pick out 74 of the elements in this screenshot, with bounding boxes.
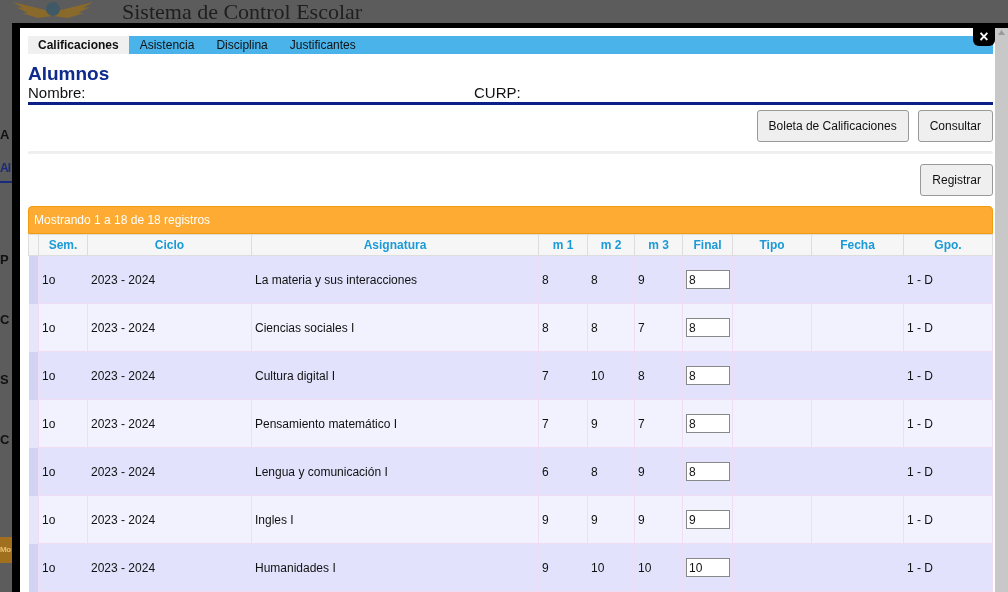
table-cell: 10 (591, 560, 605, 575)
field-label: C (0, 433, 11, 447)
table-cell: 1o (42, 368, 56, 383)
table-cell: 9 (542, 560, 549, 575)
table-cell: 10 (638, 560, 652, 575)
tab[interactable]: Asistencia (128, 36, 206, 54)
tab[interactable]: Disciplina (205, 36, 279, 54)
table-cell: La materia y sus interacciones (255, 272, 418, 287)
table-cell: 9 (638, 464, 645, 479)
grade-input[interactable]: 8 (686, 366, 730, 385)
table-cell: 1o (42, 272, 56, 287)
table-cell: 2023 - 2024 (91, 464, 156, 479)
action-button[interactable]: Consultar (917, 110, 993, 142)
field-label: C (0, 313, 11, 327)
table-cell: 1 - D (907, 464, 933, 479)
register-button[interactable]: Registrar (920, 164, 993, 196)
table-cell: 1 - D (907, 512, 933, 527)
table-cell: Pensamiento matemático I (255, 416, 398, 431)
grade-input[interactable]: 10 (686, 558, 730, 577)
table-cell: 1 - D (907, 320, 933, 335)
table-cell: 9 (591, 512, 598, 527)
table-cell: 2023 - 2024 (91, 560, 156, 575)
table-cell: 1o (42, 560, 56, 575)
table-cell: 9 (638, 512, 645, 527)
table-cell: Cultura digital I (255, 368, 336, 383)
tab[interactable]: Justificantes (278, 36, 367, 54)
table-cell: 2023 - 2024 (91, 416, 156, 431)
table-cell: 8 (591, 272, 598, 287)
table-cell: 2023 - 2024 (91, 320, 156, 335)
grade-input[interactable]: 8 (686, 414, 730, 433)
table-cell: 6 (542, 464, 549, 479)
table-cell: 7 (638, 416, 645, 431)
table-cell: 7 (638, 320, 645, 335)
grade-input[interactable]: 8 (686, 270, 730, 289)
table-cell: 2023 - 2024 (91, 512, 156, 527)
table-info-bar: Mostrando 1 a 18 de 18 registros (28, 206, 993, 234)
table-cell: 8 (591, 320, 598, 335)
table-cell: Ciencias sociales I (255, 320, 355, 335)
table-cell: 9 (542, 512, 549, 527)
grade-input[interactable]: 8 (686, 318, 730, 337)
table-cell: 8 (591, 464, 598, 479)
tab[interactable]: Calificaciones (28, 36, 129, 54)
table-cell: 1o (42, 464, 56, 479)
scroll-up-icon[interactable] (998, 30, 1005, 35)
table-cell: 1o (42, 416, 56, 431)
section-heading: Alumnos (28, 64, 111, 84)
field-label: S (0, 373, 10, 387)
table-cell: 1 - D (907, 272, 933, 287)
table-cell: 1o (42, 320, 56, 335)
grade-input[interactable]: 8 (686, 462, 730, 481)
field-label: P (0, 253, 10, 267)
grade-input[interactable]: 9 (686, 510, 730, 529)
close-button[interactable]: × (973, 28, 995, 46)
table-cell: Lengua y comunicación I (255, 464, 388, 479)
field-label: CURP: (474, 84, 521, 101)
table-cell: 1 - D (907, 368, 933, 383)
table-cell: Ingles I (255, 512, 294, 527)
table-cell: 9 (638, 272, 645, 287)
table-cell: 10 (591, 368, 605, 383)
table-cell: 7 (542, 368, 549, 383)
site-title: Sistema de Control Escolar (122, 0, 363, 23)
field-label: Nombre: (28, 84, 87, 101)
table-cell: 8 (638, 368, 645, 383)
table-cell: 9 (591, 416, 598, 431)
table-cell: 2023 - 2024 (91, 272, 156, 287)
table-cell: 1 - D (907, 560, 933, 575)
table-cell: 2023 - 2024 (91, 368, 156, 383)
table-cell: 1 - D (907, 416, 933, 431)
table-cell: 8 (542, 320, 549, 335)
table-cell: 8 (542, 272, 549, 287)
action-button[interactable]: Boleta de Calificaciones (756, 110, 909, 142)
table-cell: Humanidades I (255, 560, 336, 575)
table-cell: 1o (42, 512, 56, 527)
table-cell: 7 (542, 416, 549, 431)
